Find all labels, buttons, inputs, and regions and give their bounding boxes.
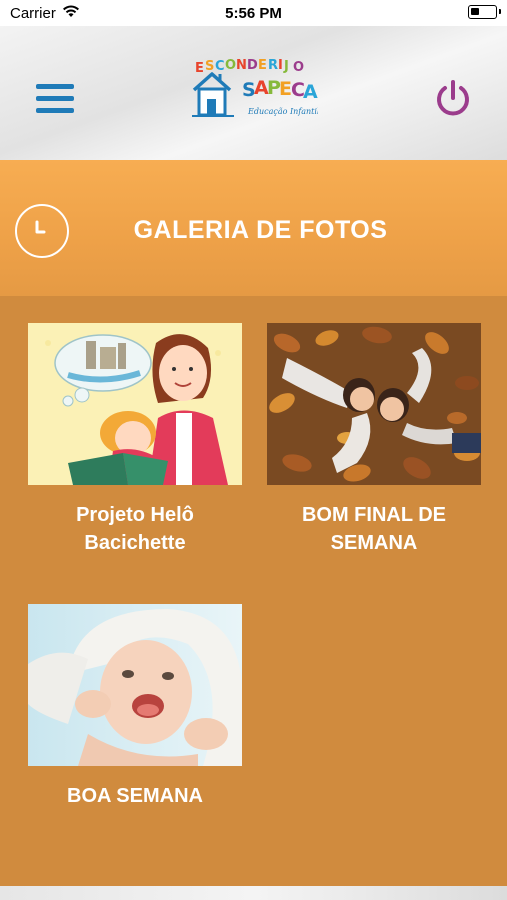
gallery-caption: Projeto Helô xyxy=(76,504,194,526)
gallery-thumbnail xyxy=(28,604,242,766)
gallery-caption: SEMANA xyxy=(330,532,418,554)
app-header: E S C O N D E R I J O S A P E C A Educaç… xyxy=(0,26,507,160)
svg-text:S: S xyxy=(205,59,214,74)
footer-strip xyxy=(0,886,507,900)
svg-text:A: A xyxy=(303,81,318,103)
status-time: 5:56 PM xyxy=(225,5,282,22)
gallery-item-boa-semana[interactable]: BOA SEMANA xyxy=(28,604,242,810)
svg-text:R: R xyxy=(268,58,278,73)
svg-text:N: N xyxy=(236,58,247,73)
gallery-thumbnail xyxy=(28,323,242,485)
page-title: GALERIA DE FOTOS xyxy=(133,216,388,244)
battery-level xyxy=(471,8,479,15)
gallery-item-projeto-helo[interactable]: Projeto Helô Bacichette xyxy=(28,323,242,557)
svg-text:J: J xyxy=(283,59,289,74)
svg-text:O: O xyxy=(225,58,236,73)
gallery-item-bom-final-de-semana[interactable]: BOM FINAL DE SEMANA xyxy=(267,323,481,557)
svg-text:Educação Infantil: Educação Infantil xyxy=(247,107,318,116)
svg-text:O: O xyxy=(293,60,304,75)
status-bar: Carrier 5:56 PM xyxy=(0,0,507,26)
battery-icon xyxy=(468,5,501,19)
photo-gallery: Projeto Helô Bacichette BOM FINAL DE SEM… xyxy=(0,296,507,886)
svg-text:E: E xyxy=(258,58,267,73)
gallery-caption: BOA SEMANA xyxy=(67,785,203,807)
gallery-caption: Bacichette xyxy=(84,532,186,554)
power-button[interactable] xyxy=(433,78,473,118)
esconderijo-sapeca-logo: E S C O N D E R I J O S A P E C A Educaç… xyxy=(192,58,318,117)
gallery-caption: BOM FINAL DE xyxy=(301,504,447,526)
svg-text:E: E xyxy=(195,61,204,76)
menu-button[interactable] xyxy=(36,84,74,116)
svg-text:I: I xyxy=(278,58,283,73)
svg-text:D: D xyxy=(247,58,258,73)
hamburger-icon xyxy=(36,84,74,89)
gallery-thumbnail xyxy=(267,323,481,485)
power-icon xyxy=(437,80,469,116)
page-banner: GALERIA DE FOTOS xyxy=(0,160,507,296)
svg-text:C: C xyxy=(215,59,225,74)
